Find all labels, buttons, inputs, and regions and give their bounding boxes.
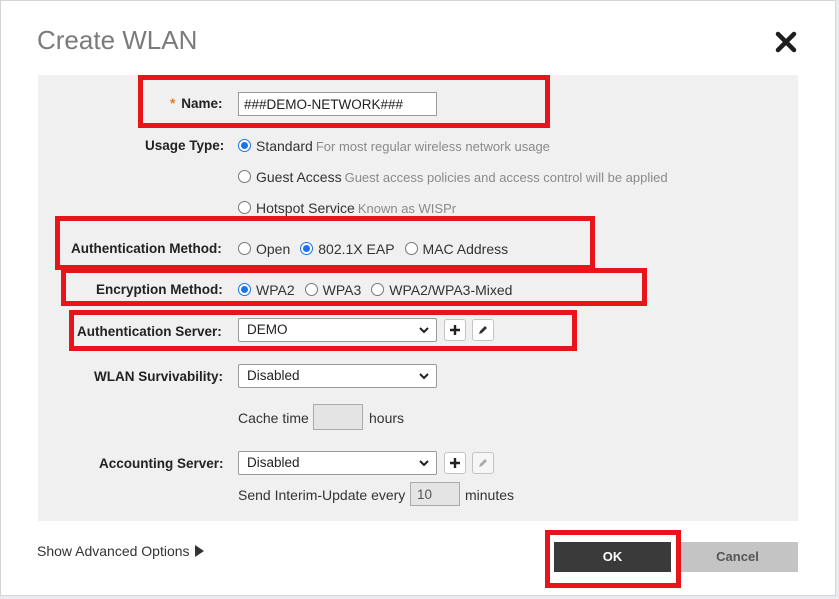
auth-method-options: Open 802.1X EAP MAC Address (238, 240, 518, 258)
plus-icon (450, 458, 460, 468)
radio-mac[interactable] (404, 242, 418, 255)
chevron-down-icon (419, 327, 429, 334)
required-marker: * (170, 96, 176, 111)
plus-icon (450, 325, 460, 335)
usage-hotspot-label: Hotspot Service (256, 200, 355, 216)
radio-open[interactable] (238, 242, 251, 255)
create-wlan-dialog: Create WLAN * Name: Usage Type: StandardF… (0, 0, 836, 596)
enc-option-wpa2[interactable]: WPA2 (238, 282, 295, 298)
accounting-server-select[interactable]: Disabled (238, 451, 437, 475)
dialog-title: Create WLAN (37, 25, 198, 55)
encryption-method-options: WPA2 WPA3 WPA2/WPA3-Mixed (238, 281, 522, 299)
cancel-button[interactable]: Cancel (677, 542, 798, 572)
auth-option-8021x[interactable]: 802.1X EAP (300, 241, 395, 257)
radio-wpa3[interactable] (304, 283, 318, 296)
caret-right-icon (194, 545, 204, 557)
radio-guest-access[interactable] (238, 170, 251, 183)
usage-guest-label: Guest Access (256, 169, 342, 185)
edit-auth-server-button[interactable] (472, 319, 494, 341)
cache-time-input[interactable] (313, 404, 363, 430)
usage-option-guest-access[interactable]: Guest Access Guest access policies and ac… (238, 168, 668, 187)
auth-server-label: Authentication Server: (77, 324, 222, 339)
interim-update-input[interactable] (410, 482, 460, 506)
auth-open-label: Open (256, 241, 291, 257)
usage-standard-hint: For most regular wireless network usage (315, 139, 550, 154)
chevron-down-icon (419, 460, 429, 467)
add-auth-server-button[interactable] (444, 319, 466, 341)
enc-wpa3-label: WPA3 (322, 282, 362, 298)
enc-option-mixed[interactable]: WPA2/WPA3-Mixed (371, 282, 512, 298)
usage-standard-label: Standard (256, 138, 313, 154)
usage-hotspot-hint: Known as WISPr (357, 201, 457, 216)
interim-update-label: Send Interim-Update every (238, 487, 406, 503)
accounting-server-value: Disabled (247, 455, 300, 470)
accounting-server-label: Accounting Server: (99, 456, 224, 471)
enc-wpa2-label: WPA2 (256, 282, 295, 298)
auth-server-value: DEMO (247, 322, 288, 337)
add-accounting-server-button[interactable] (444, 452, 466, 474)
cache-time-label: Cache time (238, 410, 309, 426)
auth-method-label: Authentication Method: (71, 241, 222, 256)
usage-type-label: Usage Type: (145, 138, 225, 153)
wlan-survivability-label: WLAN Survivability: (94, 369, 224, 384)
radio-wpa2[interactable] (238, 283, 251, 296)
enc-mixed-label: WPA2/WPA3-Mixed (389, 282, 513, 298)
name-input[interactable] (238, 92, 437, 116)
advanced-options-label: Show Advanced Options (37, 543, 190, 559)
name-label-text: Name: (181, 96, 223, 111)
auth-option-mac[interactable]: MAC Address (404, 241, 509, 257)
radio-standard[interactable] (238, 139, 251, 152)
wlan-survivability-value: Disabled (247, 368, 300, 383)
wlan-survivability-select[interactable]: Disabled (238, 364, 437, 388)
usage-option-standard[interactable]: Standard For most regular wireless networ… (238, 137, 550, 156)
close-icon[interactable] (771, 27, 801, 57)
pencil-icon (479, 459, 487, 467)
show-advanced-options-link[interactable]: Show Advanced Options (37, 543, 204, 559)
chevron-down-icon (419, 373, 429, 380)
auth-option-open[interactable]: Open (238, 241, 290, 257)
auth-8021x-label: 802.1X EAP (318, 241, 395, 257)
pencil-icon (479, 326, 487, 334)
edit-accounting-server-button[interactable] (472, 452, 494, 474)
enc-option-wpa3[interactable]: WPA3 (304, 282, 362, 298)
usage-option-hotspot[interactable]: Hotspot Service Known as WISPr (238, 199, 456, 218)
usage-guest-hint: Guest access policies and access control… (344, 170, 668, 185)
auth-mac-label: MAC Address (422, 241, 509, 257)
auth-server-select[interactable]: DEMO (238, 318, 437, 342)
name-label: * Name: (170, 95, 223, 113)
radio-wpa2-wpa3-mixed[interactable] (371, 283, 385, 296)
encryption-method-label: Encryption Method: (96, 282, 223, 297)
radio-8021x[interactable] (300, 242, 314, 255)
radio-hotspot[interactable] (238, 201, 251, 214)
interim-update-unit: minutes (465, 487, 515, 503)
cache-time-unit: hours (369, 410, 405, 426)
ok-button[interactable]: OK (554, 542, 671, 572)
